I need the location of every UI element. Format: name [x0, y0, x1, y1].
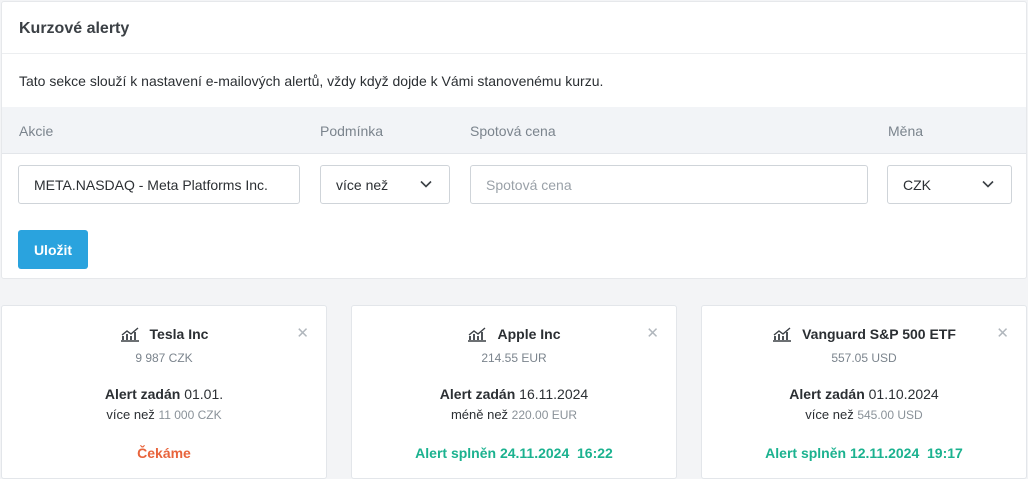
header-condition: Podmínka — [320, 123, 384, 139]
alert-card: Apple Inc ✕ 214.55 EUR Alert zadán 16.11… — [351, 305, 677, 479]
alert-set-date: 01.01. — [184, 386, 224, 402]
alert-set-label: Alert zadán — [439, 386, 516, 402]
header-stock: Akcie — [19, 123, 54, 139]
alert-threshold: 11 000 CZK — [158, 408, 222, 422]
alert-condition: méně než — [450, 407, 509, 422]
alert-threshold: 545.00 USD — [857, 408, 923, 422]
close-icon[interactable]: ✕ — [996, 324, 1009, 342]
alert-condition: více než — [106, 407, 155, 422]
stock-input[interactable]: META.NASDAQ - Meta Platforms Inc. — [18, 165, 300, 204]
form-header-row: Akcie Podmínka Spotová cena Měna — [2, 107, 1026, 154]
alert-set-label: Alert zadán — [104, 386, 181, 402]
intro-text: Tato sekce slouží k nastavení e-mailovýc… — [19, 73, 604, 89]
header-spot-price: Spotová cena — [470, 123, 556, 139]
panel-title: Kurzové alerty — [19, 20, 130, 37]
alert-set-label: Alert zadán — [789, 386, 865, 402]
spot-price-input[interactable]: Spotová cena — [470, 165, 868, 204]
alert-current-price: 9 987 CZK — [135, 351, 193, 365]
chevron-down-icon — [982, 180, 994, 188]
alert-card: Vanguard S&P 500 ETF ✕ 557.05 USD Alert … — [701, 305, 1027, 479]
stock-input-value: META.NASDAQ - Meta Platforms Inc. — [34, 176, 268, 193]
currency-select-value: CZK — [903, 176, 931, 193]
condition-select[interactable]: více než — [320, 165, 450, 204]
header-currency: Měna — [888, 123, 924, 139]
close-icon[interactable]: ✕ — [296, 324, 309, 342]
alerts-panel: Kurzové alerty Tato sekce slouží k nasta… — [1, 1, 1027, 279]
alert-stock-name: Apple Inc — [497, 326, 561, 342]
currency-select[interactable]: CZK — [887, 165, 1012, 204]
alert-current-price: 557.05 USD — [831, 351, 897, 365]
alert-status: Alert splněn 24.11.2024 16:22 — [415, 445, 613, 461]
chevron-down-icon — [420, 180, 432, 188]
alert-card: Tesla Inc ✕ 9 987 CZK Alert zadán 01.01.… — [1, 305, 327, 479]
alert-current-price: 214.55 EUR — [481, 351, 547, 365]
alert-threshold: 220.00 EUR — [511, 408, 578, 422]
chart-trend-icon — [468, 327, 487, 342]
alert-stock-name: Tesla Inc — [149, 326, 209, 342]
spot-price-placeholder: Spotová cena — [486, 176, 572, 193]
chart-trend-icon — [120, 327, 139, 342]
close-icon[interactable]: ✕ — [646, 324, 659, 342]
alert-set-date: 16.11.2024 — [519, 386, 589, 402]
alert-status: Čekáme — [137, 445, 191, 461]
chart-trend-icon — [773, 327, 792, 342]
alert-stock-name: Vanguard S&P 500 ETF — [802, 326, 956, 342]
alert-set-date: 01.10.2024 — [868, 386, 939, 402]
alert-status: Alert splněn 12.11.2024 19:17 — [765, 445, 963, 461]
condition-select-value: více než — [336, 176, 389, 193]
panel-divider — [2, 53, 1026, 54]
alert-condition: více než — [805, 407, 854, 422]
save-button[interactable]: Uložit — [18, 230, 88, 269]
